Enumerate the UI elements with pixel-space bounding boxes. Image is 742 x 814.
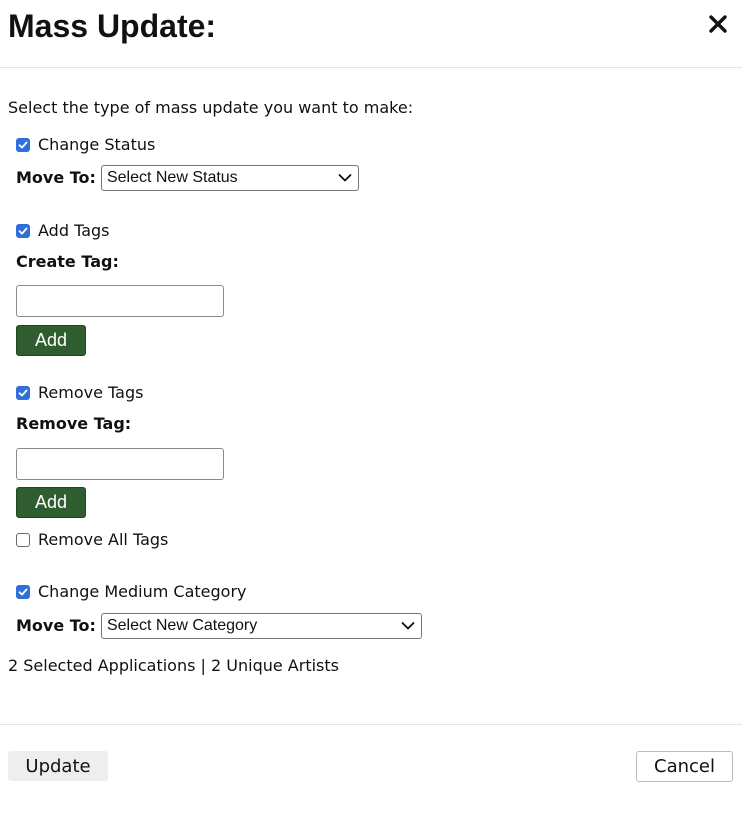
check-icon — [18, 588, 28, 596]
change-medium-label: Change Medium Category — [38, 582, 247, 601]
update-button[interactable]: Update — [8, 751, 108, 781]
footer-divider — [0, 724, 742, 725]
medium-move-to-label: Move To: — [16, 616, 96, 635]
intro-text: Select the type of mass update you want … — [8, 98, 414, 117]
chevron-down-icon — [401, 622, 415, 630]
close-button[interactable] — [700, 8, 736, 40]
remove-tag-add-button[interactable]: Add — [16, 487, 86, 518]
remove-tags-option[interactable]: Remove Tags — [16, 383, 143, 403]
change-medium-checkbox[interactable] — [16, 585, 30, 599]
status-select[interactable]: Select New Status — [100, 165, 359, 191]
change-status-label: Change Status — [38, 135, 156, 154]
add-tags-label: Add Tags — [38, 221, 110, 240]
check-icon — [18, 227, 28, 235]
status-select-value: Select New Status — [106, 169, 238, 186]
change-status-checkbox[interactable] — [16, 138, 30, 152]
remove-all-tags-label: Remove All Tags — [38, 530, 169, 549]
close-icon — [709, 15, 727, 33]
remove-all-tags-checkbox[interactable] — [16, 533, 30, 547]
add-tags-checkbox[interactable] — [16, 224, 30, 238]
create-tag-input[interactable] — [16, 285, 224, 317]
dialog-header: Mass Update: — [0, 0, 742, 68]
status-move-row: Move To: Select New Status — [16, 165, 359, 191]
selection-summary: 2 Selected Applications | 2 Unique Artis… — [8, 656, 339, 675]
mass-update-dialog: Mass Update: Select the type of mass upd… — [0, 0, 742, 814]
check-icon — [18, 389, 28, 397]
change-status-option[interactable]: Change Status — [16, 135, 155, 155]
remove-tags-label: Remove Tags — [38, 383, 144, 402]
remove-all-tags-option[interactable]: Remove All Tags — [16, 530, 168, 550]
check-icon — [18, 141, 28, 149]
remove-tags-checkbox[interactable] — [16, 386, 30, 400]
create-tag-label: Create Tag: — [16, 252, 119, 271]
status-move-to-label: Move To: — [16, 168, 96, 187]
add-tags-option[interactable]: Add Tags — [16, 221, 109, 241]
dialog-title: Mass Update: — [8, 8, 217, 44]
remove-tag-label: Remove Tag: — [16, 414, 132, 433]
medium-move-row: Move To: Select New Category — [16, 613, 422, 639]
remove-tag-input[interactable] — [16, 448, 224, 480]
medium-select-value: Select New Category — [106, 617, 258, 634]
chevron-down-icon — [338, 174, 352, 182]
cancel-button[interactable]: Cancel — [636, 751, 733, 782]
medium-select[interactable]: Select New Category — [100, 613, 422, 639]
add-tag-button[interactable]: Add — [16, 325, 86, 356]
change-medium-option[interactable]: Change Medium Category — [16, 582, 247, 602]
